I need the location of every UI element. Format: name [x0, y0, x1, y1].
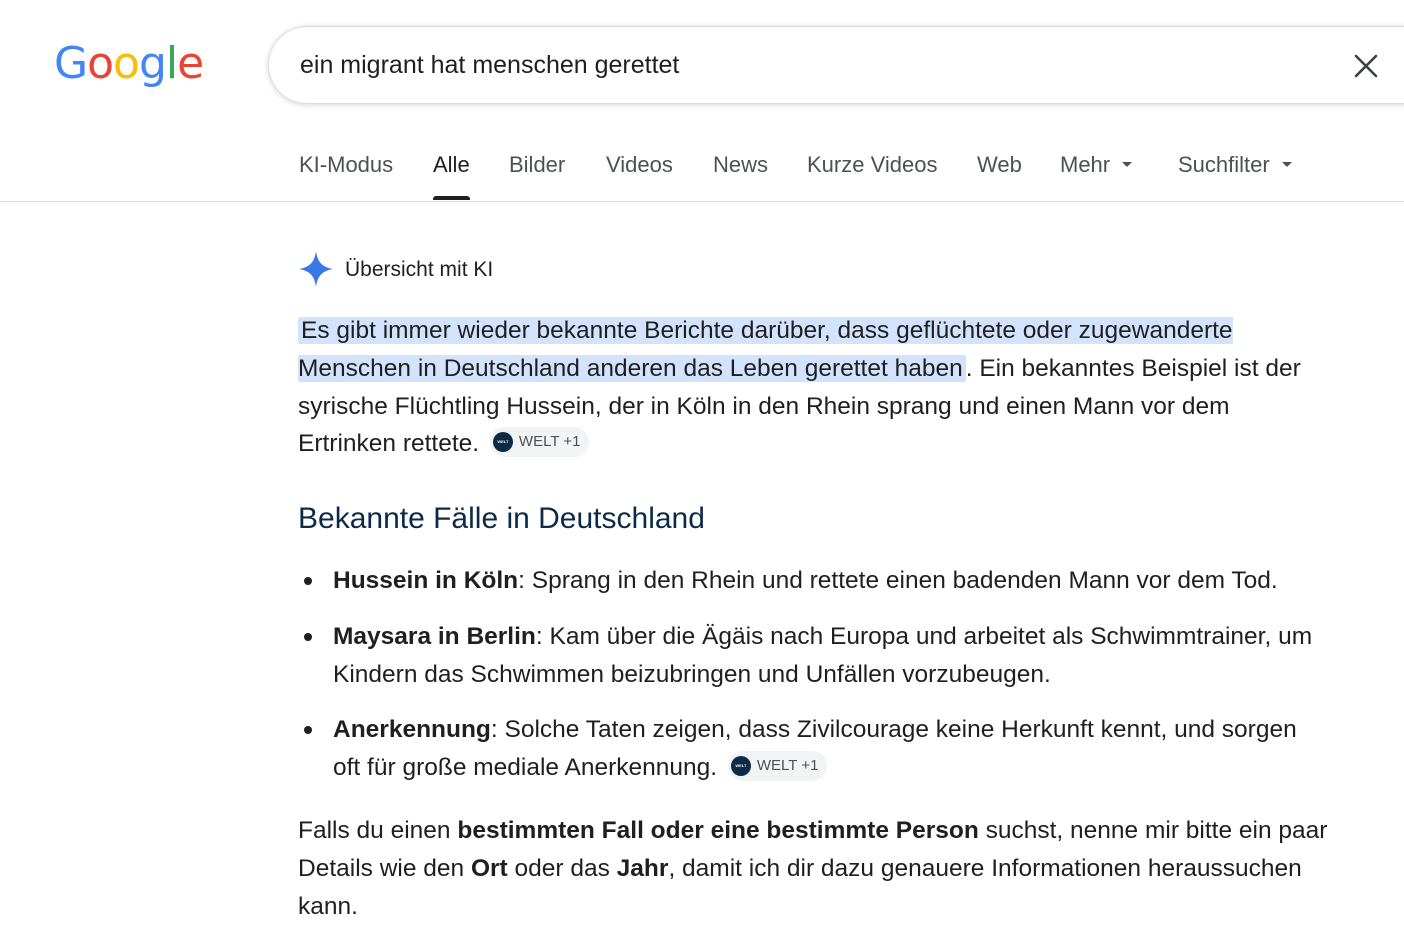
tab-label: Videos	[606, 152, 673, 177]
close-icon[interactable]	[1353, 53, 1379, 79]
followup-text: Falls du einen	[298, 817, 458, 844]
tab-videos[interactable]: Videos	[606, 152, 673, 200]
tab-alle[interactable]: Alle	[433, 152, 470, 200]
followup-bold: Jahr	[616, 854, 669, 882]
ai-overview-intro: Es gibt immer wieder bekannte Berichte d…	[298, 312, 1318, 463]
tab-label: KI-Modus	[299, 152, 394, 177]
logo-letter-o2: o	[113, 38, 140, 89]
tab-label: Suchfilter	[1178, 152, 1270, 177]
welt-logo-icon: WELT	[492, 431, 513, 452]
tabs-divider	[0, 201, 1404, 202]
ai-overview-title: Übersicht mit KI	[345, 258, 494, 281]
tab-label: Alle	[433, 152, 470, 177]
list-item: Anerkennung: Solche Taten zeigen, dass Z…	[298, 711, 1318, 787]
sparkle-icon	[299, 251, 333, 287]
followup-bold: bestimmten Fall oder eine bestimmte Pers…	[457, 817, 979, 844]
logo-letter-e: e	[177, 38, 204, 89]
google-logo[interactable]: Google	[54, 38, 204, 94]
tab-mehr[interactable]: Mehr	[1060, 152, 1133, 200]
tab-label: Mehr	[1060, 152, 1111, 177]
source-chip[interactable]: WELT WELT +1	[727, 750, 828, 781]
list-item: Hussein in Köln: Sprang in den Rhein und…	[298, 562, 1318, 600]
followup-text: oder das	[507, 854, 617, 882]
logo-letter-g2: g	[138, 38, 167, 89]
logo-letter-g: G	[54, 38, 88, 89]
source-chip[interactable]: WELT WELT +1	[489, 426, 590, 457]
source-chip-label: WELT +1	[756, 756, 819, 774]
followup-bold: Ort	[470, 854, 508, 882]
tab-label: Web	[977, 152, 1022, 177]
tab-web[interactable]: Web	[977, 152, 1022, 200]
list-item-title: Maysara in Berlin	[333, 622, 536, 650]
list-item-title: Hussein in Köln	[333, 567, 519, 594]
list-item: Maysara in Berlin: Kam über die Ägäis na…	[298, 618, 1318, 694]
source-chip-label: WELT +1	[518, 432, 581, 450]
caret-down-icon	[1122, 161, 1133, 167]
tab-kurze-videos[interactable]: Kurze Videos	[807, 152, 937, 200]
search-box[interactable]: ein migrant hat menschen gerettet	[268, 26, 1404, 104]
logo-letter-o1: o	[87, 38, 114, 89]
section-heading: Bekannte Fälle in Deutschland	[298, 502, 705, 535]
tab-bilder[interactable]: Bilder	[509, 152, 565, 200]
tab-ki-modus[interactable]: KI-Modus	[299, 152, 393, 200]
caret-down-icon	[1281, 161, 1292, 167]
tab-news[interactable]: News	[713, 152, 768, 200]
bullet-list: Hussein in Köln: Sprang in den Rhein und…	[298, 562, 1318, 805]
search-input[interactable]: ein migrant hat menschen gerettet	[300, 51, 679, 80]
tab-label: News	[713, 152, 769, 177]
list-item-title: Anerkennung	[333, 716, 491, 744]
welt-logo-icon: WELT	[730, 755, 751, 776]
ai-overview-followup: Falls du einen bestimmten Fall oder eine…	[298, 812, 1328, 925]
tab-label: Bilder	[509, 152, 566, 177]
tab-suchfilter[interactable]: Suchfilter	[1178, 152, 1292, 200]
tab-label: Kurze Videos	[807, 152, 938, 177]
logo-letter-l: l	[165, 38, 178, 89]
list-item-text: : Sprang in den Rhein und rettete einen …	[518, 567, 1278, 594]
